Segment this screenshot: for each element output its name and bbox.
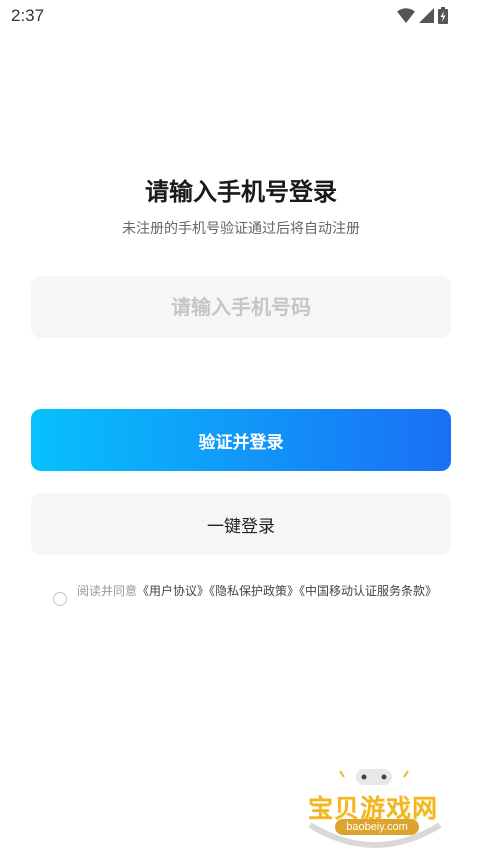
wifi-icon bbox=[397, 8, 415, 27]
page-subtitle: 未注册的手机号验证通过后将自动注册 bbox=[122, 221, 360, 237]
page-title: 请输入手机号登录 bbox=[145, 178, 337, 206]
watermark-logo: 宝贝游戏网 baobeiy.com bbox=[300, 765, 450, 855]
status-time: 2:37 bbox=[11, 6, 45, 25]
status-bar: 2:37 bbox=[0, 0, 482, 32]
agreement-text: 阅读并同意《用户协议》《隐私保护政策》《中国移动认证服务条款》 bbox=[77, 582, 463, 600]
one-click-login-button[interactable]: 一键登录 bbox=[31, 493, 451, 555]
battery-charging-icon bbox=[438, 7, 448, 28]
cellular-signal-icon bbox=[419, 8, 434, 27]
user-agreement-link[interactable]: 《用户协议》 bbox=[137, 584, 209, 598]
agreement-checkbox[interactable] bbox=[53, 592, 67, 606]
cmcc-auth-terms-link[interactable]: 《中国移动认证服务条款》 bbox=[299, 584, 437, 598]
phone-number-input[interactable] bbox=[31, 276, 451, 338]
agreement-row: 阅读并同意《用户协议》《隐私保护政策》《中国移动认证服务条款》 bbox=[53, 582, 463, 606]
verify-and-login-button[interactable]: 验证并登录 bbox=[31, 409, 451, 471]
watermark-domain: baobeiy.com bbox=[335, 819, 419, 835]
agreement-prefix: 阅读并同意 bbox=[77, 584, 138, 598]
privacy-policy-link[interactable]: 《隐私保护政策》 bbox=[209, 584, 299, 598]
status-icons bbox=[397, 7, 448, 28]
